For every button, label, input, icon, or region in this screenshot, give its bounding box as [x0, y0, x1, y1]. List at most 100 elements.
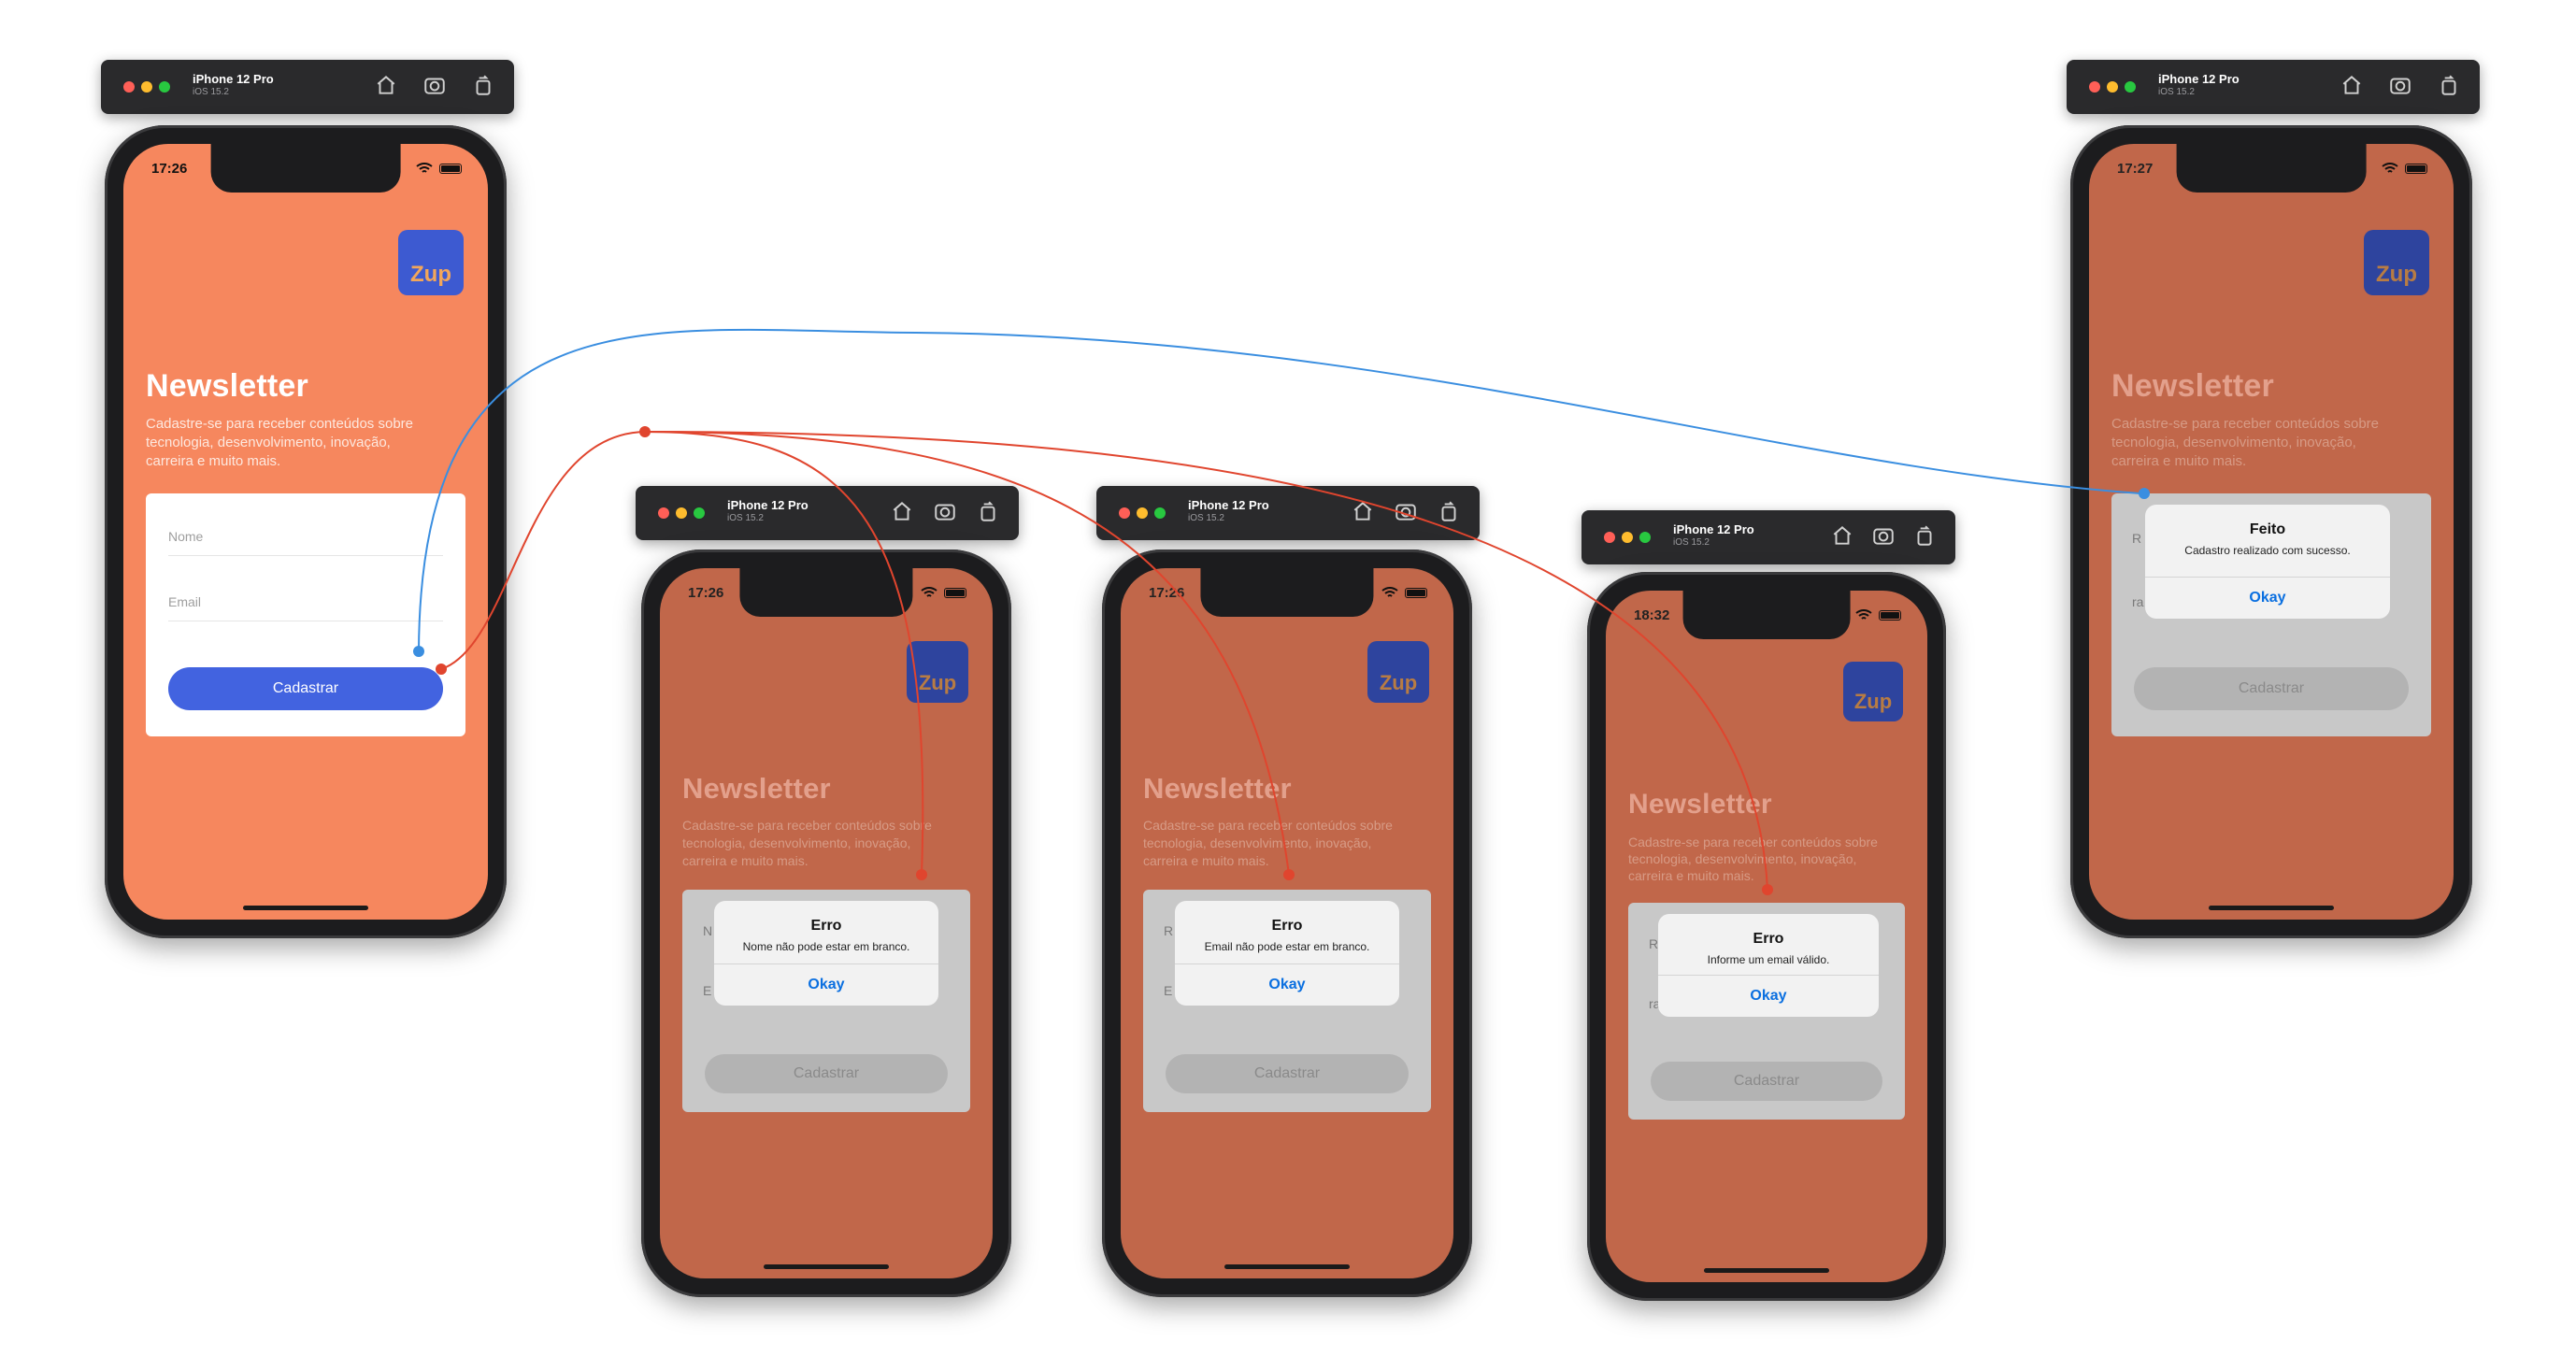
alert-message: Informe um email válido.	[1707, 953, 1830, 966]
submit-button[interactable]: Cadastrar	[705, 1054, 948, 1093]
alert-title: Erro	[810, 918, 842, 934]
alert-okay-button[interactable]: Okay	[1175, 963, 1399, 1006]
rotate-icon[interactable]	[1912, 523, 1937, 548]
alert-okay-button[interactable]: Okay	[1658, 975, 1879, 1017]
page-title: Newsletter	[146, 368, 308, 404]
alert-title: Erro	[1271, 918, 1303, 934]
battery-icon	[1405, 587, 1427, 598]
name-field-stub: R	[1649, 936, 1659, 951]
rotate-icon[interactable]	[2437, 73, 2461, 97]
minimize-window-button[interactable]	[141, 81, 152, 93]
screenshot-icon[interactable]	[2388, 73, 2412, 97]
notch	[2176, 144, 2367, 193]
iphone-frame: 18:32 Zup Newsletter Cadastre-se para re…	[1587, 572, 1946, 1301]
wifi-icon	[416, 163, 433, 173]
wifi-icon	[1855, 609, 1872, 620]
notch	[1200, 568, 1374, 617]
home-icon[interactable]	[1830, 523, 1854, 548]
rotate-icon[interactable]	[1437, 499, 1461, 523]
alert-okay-button[interactable]: Okay	[2145, 577, 2390, 619]
minimize-window-button[interactable]	[676, 507, 687, 519]
zoom-window-button[interactable]	[1154, 507, 1166, 519]
zup-logo: Zup	[1843, 662, 1903, 721]
iphone-frame: 17:26 Zup Newsletter Cadastre-se para re…	[105, 125, 507, 938]
iphone-frame: 17:26 Zup Newsletter Cadastre-se para re…	[1102, 550, 1472, 1297]
submit-button[interactable]: Cadastrar	[1651, 1062, 1882, 1101]
alert-title: Erro	[1753, 931, 1784, 947]
screenshot-icon[interactable]	[933, 499, 957, 523]
home-icon[interactable]	[1351, 499, 1375, 523]
notch	[739, 568, 913, 617]
notch	[210, 144, 401, 193]
close-window-button[interactable]	[1119, 507, 1130, 519]
simulator-titlebar: iPhone 12 Pro iOS 15.2	[1096, 486, 1480, 540]
app-screen: 17:26 Zup Newsletter Cadastre-se para re…	[123, 144, 488, 920]
signup-card: Nome Email Cadastrar	[146, 493, 465, 736]
home-indicator	[764, 1264, 889, 1269]
os-version: iOS 15.2	[2158, 87, 2195, 97]
minimize-window-button[interactable]	[1137, 507, 1148, 519]
iphone-frame: 17:26 Zup Newsletter Cadastre-se para re…	[641, 550, 1011, 1297]
submit-button[interactable]: Cadastrar	[168, 667, 443, 710]
zoom-window-button[interactable]	[159, 81, 170, 93]
screenshot-icon[interactable]	[1871, 523, 1896, 548]
zup-logo: Zup	[2364, 230, 2429, 295]
home-icon[interactable]	[2340, 73, 2364, 97]
name-field[interactable]: Nome	[168, 529, 443, 556]
page-description: Cadastre-se para receber conteúdos sobre…	[2111, 416, 2379, 469]
email-field[interactable]: Email	[168, 594, 443, 621]
wifi-icon	[921, 587, 937, 597]
status-time: 17:26	[1149, 585, 1185, 601]
os-version: iOS 15.2	[193, 87, 229, 97]
page-description: Cadastre-se para receber conteúdos sobre…	[1143, 818, 1393, 868]
zoom-window-button[interactable]	[694, 507, 705, 519]
screenshot-icon[interactable]	[1394, 499, 1418, 523]
page-description: Cadastre-se para receber conteúdos sobre…	[146, 416, 413, 469]
page-description: Cadastre-se para receber conteúdos sobre…	[1628, 835, 1878, 883]
zup-logo: Zup	[398, 230, 464, 295]
page-title: Newsletter	[2111, 368, 2274, 404]
rotate-icon[interactable]	[976, 499, 1000, 523]
rotate-icon[interactable]	[471, 73, 495, 97]
submit-button[interactable]: Cadastrar	[2134, 667, 2409, 710]
device-name: iPhone 12 Pro	[727, 498, 809, 512]
zoom-window-button[interactable]	[2125, 81, 2136, 93]
close-window-button[interactable]	[123, 81, 135, 93]
name-field-stub: R	[2132, 531, 2142, 546]
simulator-titlebar: iPhone 12 Pro iOS 15.2	[1581, 510, 1955, 564]
zoom-window-button[interactable]	[1639, 532, 1651, 543]
iphone-frame: 17:27 Zup Newsletter Cadastre-se para re…	[2070, 125, 2472, 938]
close-window-button[interactable]	[2089, 81, 2100, 93]
submit-button[interactable]: Cadastrar	[1166, 1054, 1409, 1093]
alert-okay-button[interactable]: Okay	[714, 963, 938, 1006]
home-indicator	[2209, 906, 2334, 910]
page-title: Newsletter	[1143, 772, 1292, 805]
alert-message: Nome não pode estar em branco.	[742, 940, 910, 953]
home-icon[interactable]	[890, 499, 914, 523]
close-window-button[interactable]	[658, 507, 669, 519]
status-time: 18:32	[1634, 607, 1670, 623]
os-version: iOS 15.2	[1673, 537, 1710, 548]
wifi-icon	[1381, 587, 1398, 597]
device-name: iPhone 12 Pro	[193, 72, 274, 86]
error-alert: Erro Nome não pode estar em branco. Okay	[714, 901, 938, 1006]
app-screen: 17:26 Zup Newsletter Cadastre-se para re…	[1121, 568, 1453, 1278]
home-icon[interactable]	[374, 73, 398, 97]
success-alert: Feito Cadastro realizado com sucesso. Ok…	[2145, 505, 2390, 619]
battery-icon	[2405, 163, 2427, 174]
page-description: Cadastre-se para receber conteúdos sobre…	[682, 818, 932, 868]
simulator-success: iPhone 12 Pro iOS 15.2 17:27 Zup Newslet…	[2067, 60, 2480, 938]
simulator-error-invalid-email: iPhone 12 Pro iOS 15.2 18:32 Zup Newslet…	[1581, 510, 1955, 1305]
close-window-button[interactable]	[1604, 532, 1615, 543]
app-screen: 17:27 Zup Newsletter Cadastre-se para re…	[2089, 144, 2454, 920]
status-time: 17:26	[151, 161, 188, 177]
simulator-form: iPhone 12 Pro iOS 15.2 17:26 Zup Newslet…	[101, 60, 514, 938]
screenshot-icon[interactable]	[422, 73, 447, 97]
minimize-window-button[interactable]	[1622, 532, 1633, 543]
name-field-stub: N	[703, 923, 713, 938]
simulator-titlebar: iPhone 12 Pro iOS 15.2	[101, 60, 514, 114]
zup-logo: Zup	[907, 641, 968, 703]
minimize-window-button[interactable]	[2107, 81, 2118, 93]
alert-title: Feito	[2249, 521, 2286, 537]
page-title: Newsletter	[682, 772, 831, 805]
